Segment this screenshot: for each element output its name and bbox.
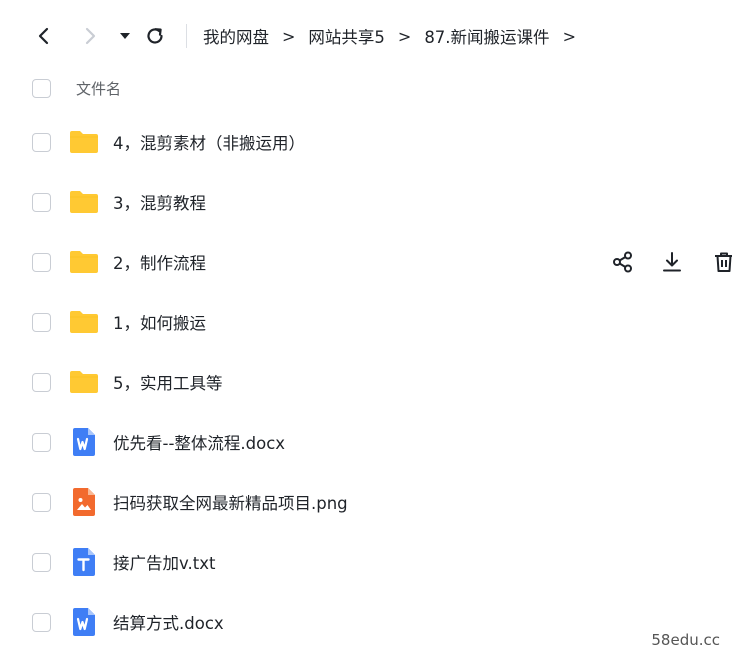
breadcrumb: 我的网盘 > 网站共享5 > 87.新闻搬运课件 > [203, 22, 576, 50]
file-name[interactable]: 5，实用工具等 [113, 370, 223, 394]
breadcrumb-item-current[interactable]: 87.新闻搬运课件 [424, 24, 549, 48]
file-row[interactable]: 5，实用工具等 [0, 352, 732, 412]
download-button[interactable] [658, 248, 686, 276]
row-checkbox[interactable] [32, 193, 51, 212]
breadcrumb-expand-separator[interactable]: > [563, 27, 576, 46]
file-row[interactable]: 4，混剪素材（非搬运用） [0, 112, 732, 172]
share-icon [613, 251, 632, 273]
file-row-hovered[interactable]: 2，制作流程 [0, 232, 732, 292]
back-button[interactable] [30, 22, 58, 50]
delete-button[interactable] [710, 248, 732, 276]
word-doc-icon [68, 426, 100, 458]
file-row[interactable]: 结算方式.docx [0, 592, 732, 652]
row-checkbox[interactable] [32, 313, 51, 332]
watermark: 58edu.cc [651, 631, 720, 649]
select-all-checkbox[interactable] [32, 79, 51, 98]
file-name[interactable]: 结算方式.docx [113, 610, 224, 634]
nav-divider [186, 24, 187, 48]
share-button[interactable] [609, 248, 637, 276]
text-file-icon [68, 546, 100, 578]
row-checkbox[interactable] [32, 253, 51, 272]
folder-icon [68, 306, 100, 338]
breadcrumb-separator: > [397, 26, 412, 46]
file-name[interactable]: 4，混剪素材（非搬运用） [113, 130, 305, 154]
folder-icon [68, 186, 100, 218]
file-name[interactable]: 3，混剪教程 [113, 190, 206, 214]
breadcrumb-separator: > [282, 26, 296, 46]
file-list-header: 文件名 [0, 70, 732, 110]
breadcrumb-item-share[interactable]: 网站共享5 [308, 24, 385, 48]
folder-icon [68, 246, 100, 278]
file-row[interactable]: 1，如何搬运 [0, 292, 732, 352]
forward-button[interactable] [76, 22, 104, 50]
file-name[interactable]: 1，如何搬运 [113, 310, 206, 334]
caret-down-icon [120, 33, 130, 39]
navigation-bar: 我的网盘 > 网站共享5 > 87.新闻搬运课件 > [0, 0, 732, 70]
row-checkbox[interactable] [32, 613, 51, 632]
trash-icon [715, 252, 732, 272]
refresh-button[interactable] [141, 22, 169, 50]
history-dropdown-button[interactable] [114, 24, 136, 48]
chevron-right-icon [85, 27, 96, 45]
file-name[interactable]: 接广告加v.txt [113, 550, 215, 574]
file-name[interactable]: 优先看--整体流程.docx [113, 430, 285, 454]
refresh-icon [147, 28, 163, 44]
row-checkbox[interactable] [32, 433, 51, 452]
file-row[interactable]: 扫码获取全网最新精品项目.png [0, 472, 732, 532]
row-checkbox[interactable] [32, 493, 51, 512]
row-checkbox[interactable] [32, 133, 51, 152]
row-checkbox[interactable] [32, 553, 51, 572]
file-name[interactable]: 扫码获取全网最新精品项目.png [113, 490, 348, 514]
breadcrumb-item-root[interactable]: 我的网盘 [203, 24, 269, 48]
file-name[interactable]: 2，制作流程 [113, 250, 206, 274]
column-header-filename[interactable]: 文件名 [76, 78, 121, 99]
image-file-icon [68, 486, 100, 518]
file-row[interactable]: 优先看--整体流程.docx [0, 412, 732, 472]
chevron-left-icon [38, 27, 49, 45]
folder-icon [68, 366, 100, 398]
word-doc-icon [68, 606, 100, 638]
download-icon [663, 252, 681, 272]
file-list: 4，混剪素材（非搬运用） 3，混剪教程 2，制作流程 1，如何搬运 5，实用工具… [0, 112, 732, 652]
file-row[interactable]: 接广告加v.txt [0, 532, 732, 592]
file-row[interactable]: 3，混剪教程 [0, 172, 732, 232]
folder-icon [68, 126, 100, 158]
row-checkbox[interactable] [32, 373, 51, 392]
